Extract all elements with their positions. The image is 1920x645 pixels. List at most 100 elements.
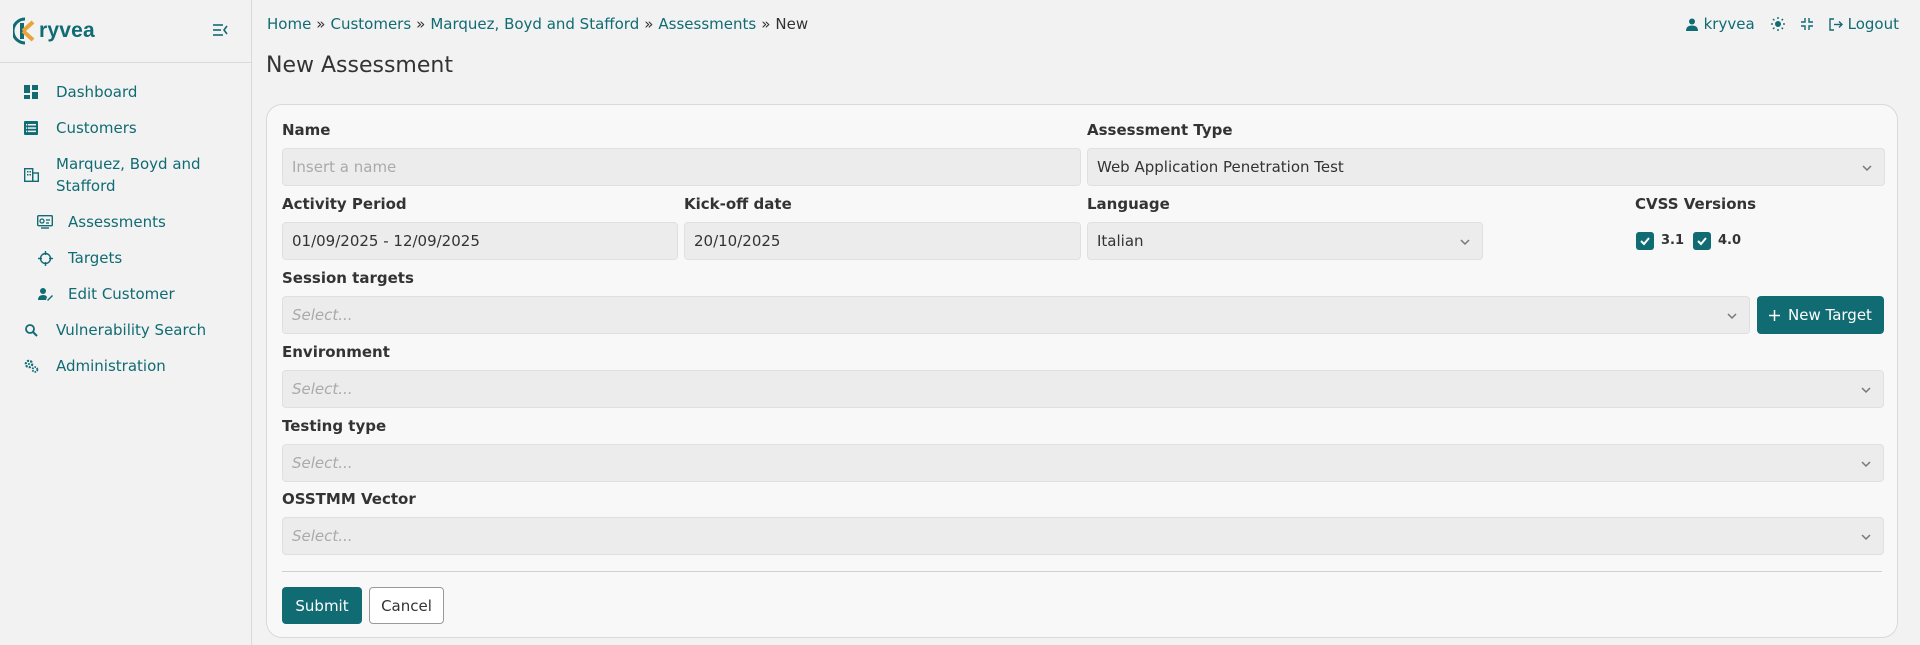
logout-label: Logout	[1847, 15, 1899, 33]
plus-icon	[1769, 309, 1781, 321]
logout-button[interactable]: Logout	[1828, 15, 1899, 33]
user-edit-icon	[36, 283, 54, 305]
search-icon	[22, 319, 40, 341]
chevron-down-icon	[1861, 387, 1871, 394]
dashboard-icon	[22, 81, 40, 103]
assessment-icon	[36, 211, 54, 233]
breadcrumb-separator: »	[316, 15, 326, 33]
collapse-sidebar-button[interactable]	[211, 21, 231, 41]
name-placeholder: Insert a name	[292, 158, 397, 176]
user-icon	[1685, 18, 1698, 31]
chevron-down-icon	[1862, 165, 1872, 172]
sidebar-item-label: Marquez, Boyd and Stafford	[56, 153, 201, 197]
name-label: Name	[282, 121, 331, 139]
sidebar-item-label: Customers	[56, 119, 137, 137]
gears-icon	[22, 355, 40, 377]
logo[interactable]: ryvea	[13, 17, 95, 45]
new-target-button[interactable]: New Target	[1757, 296, 1884, 334]
topbar-actions: kryvea Logout	[1685, 15, 1899, 33]
logo-icon	[13, 17, 35, 45]
session-targets-select[interactable]: Select...	[282, 296, 1750, 334]
breadcrumb-assessments[interactable]: Assessments	[658, 15, 756, 33]
activity-period-input[interactable]: 01/09/2025 - 12/09/2025	[282, 222, 678, 260]
sidebar-item-label: Edit Customer	[68, 285, 175, 303]
cvss-40-checkbox[interactable]	[1693, 232, 1711, 250]
breadcrumb-separator: »	[644, 15, 654, 33]
breadcrumb: Home » Customers » Marquez, Boyd and Sta…	[267, 15, 808, 33]
sidebar-item-label-line1: Marquez, Boyd and	[56, 155, 201, 173]
check-icon	[1640, 237, 1650, 246]
check-icon	[1697, 237, 1707, 246]
osstmm-vector-label: OSSTMM Vector	[282, 490, 416, 508]
cvss-40-label: 4.0	[1718, 233, 1742, 248]
new-target-label: New Target	[1788, 306, 1872, 324]
breadcrumb-separator: »	[416, 15, 426, 33]
breadcrumb-customer[interactable]: Marquez, Boyd and Stafford	[430, 15, 639, 33]
breadcrumb-current: New	[775, 15, 809, 33]
cvss-versions-label: CVSS Versions	[1635, 195, 1757, 213]
collapse-icon	[213, 24, 228, 36]
sidebar-item-label: Targets	[68, 249, 123, 267]
breadcrumb-home[interactable]: Home	[267, 15, 311, 33]
language-select[interactable]: Italian	[1087, 222, 1483, 260]
language-label: Language	[1087, 195, 1170, 213]
sun-icon	[1770, 17, 1785, 31]
assessment-form: Name Insert a name Assessment Type Web A…	[266, 104, 1898, 638]
activity-period-value: 01/09/2025 - 12/09/2025	[292, 232, 480, 250]
sidebar-item-targets[interactable]: Targets	[36, 247, 122, 269]
sidebar-item-dashboard[interactable]: Dashboard	[22, 81, 137, 103]
name-input[interactable]: Insert a name	[282, 148, 1081, 186]
building-icon	[22, 153, 40, 197]
fullscreen-button[interactable]	[1800, 18, 1813, 30]
page-title: New Assessment	[266, 53, 453, 78]
kickoff-date-label: Kick-off date	[684, 195, 792, 213]
kickoff-date-input[interactable]: 20/10/2025	[684, 222, 1081, 260]
language-value: Italian	[1097, 232, 1144, 250]
submit-button[interactable]: Submit	[282, 587, 362, 624]
chevron-down-icon	[1460, 239, 1470, 246]
sidebar-item-label: Dashboard	[56, 83, 138, 101]
chevron-down-icon	[1861, 461, 1871, 468]
user-menu[interactable]: kryvea	[1685, 15, 1755, 33]
sidebar-item-vulnerability-search[interactable]: Vulnerability Search	[22, 319, 206, 341]
assessment-type-select[interactable]: Web Application Penetration Test	[1087, 148, 1885, 186]
cancel-label: Cancel	[381, 596, 432, 615]
activity-period-label: Activity Period	[282, 195, 407, 213]
testing-type-select[interactable]: Select...	[282, 444, 1884, 482]
sidebar-item-edit-customer[interactable]: Edit Customer	[36, 283, 175, 305]
assessment-type-value: Web Application Penetration Test	[1097, 158, 1344, 176]
session-targets-label: Session targets	[282, 269, 414, 287]
sidebar-header: ryvea	[0, 0, 251, 63]
breadcrumb-customers[interactable]: Customers	[330, 15, 411, 33]
testing-type-placeholder: Select...	[292, 454, 353, 472]
sidebar-item-label: Assessments	[68, 213, 166, 231]
form-divider	[282, 571, 1882, 572]
kickoff-date-value: 20/10/2025	[694, 232, 781, 250]
cvss-31-label: 3.1	[1661, 233, 1685, 248]
sidebar-item-customer[interactable]: Marquez, Boyd and Stafford	[22, 153, 201, 197]
chevron-down-icon	[1727, 313, 1737, 320]
cancel-button[interactable]: Cancel	[369, 587, 444, 624]
submit-label: Submit	[295, 596, 349, 615]
environment-placeholder: Select...	[292, 380, 353, 398]
username: kryvea	[1703, 15, 1755, 33]
logout-icon	[1828, 17, 1843, 31]
sidebar-item-customers[interactable]: Customers	[22, 117, 137, 139]
environment-label: Environment	[282, 343, 390, 361]
compress-icon	[1800, 18, 1813, 30]
assessment-type-label: Assessment Type	[1087, 121, 1233, 139]
theme-toggle-button[interactable]	[1770, 17, 1785, 31]
sidebar-item-administration[interactable]: Administration	[22, 355, 166, 377]
sidebar-item-label: Administration	[56, 357, 166, 375]
cvss-31-checkbox[interactable]	[1636, 232, 1654, 250]
chevron-down-icon	[1861, 534, 1871, 541]
table-icon	[22, 117, 40, 139]
testing-type-label: Testing type	[282, 417, 387, 435]
breadcrumb-separator: »	[761, 15, 771, 33]
environment-select[interactable]: Select...	[282, 370, 1884, 408]
osstmm-vector-select[interactable]: Select...	[282, 517, 1884, 555]
sidebar-item-assessments[interactable]: Assessments	[36, 211, 166, 233]
sidebar-item-label-line2: Stafford	[56, 177, 116, 195]
session-targets-placeholder: Select...	[292, 306, 353, 324]
crosshair-icon	[36, 247, 54, 269]
